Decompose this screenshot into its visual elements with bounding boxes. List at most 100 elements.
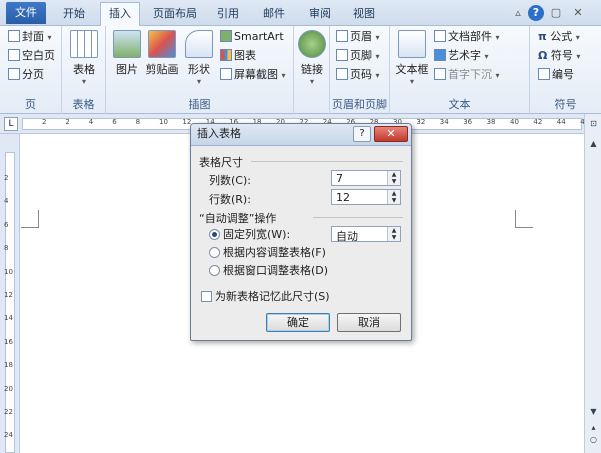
autofit-section-title: “自动调整”操作 (199, 212, 277, 225)
tab-mailings[interactable]: 邮件 (254, 3, 294, 26)
footer-button[interactable]: 页脚 ▾ (336, 47, 380, 65)
shapes-button[interactable]: 形状 ▾ (184, 30, 214, 86)
number-button[interactable]: 编号 (538, 66, 574, 84)
drop-cap-label: 首字下沉 (448, 68, 492, 81)
ruler-mark: 4 (88, 118, 94, 126)
quick-parts-button[interactable]: 文档部件 ▾ (434, 28, 500, 46)
ok-button[interactable]: 确定 (266, 313, 330, 332)
restore-icon[interactable]: ▢ (548, 5, 564, 21)
tab-references[interactable]: 引用 (208, 3, 248, 26)
fixed-width-spinner[interactable]: 自动 ▲ ▼ (331, 226, 401, 243)
remember-size-label: 为新表格记忆此尺寸(S) (215, 290, 330, 303)
table-button[interactable]: 表格 ▾ (68, 30, 100, 86)
screenshot-button[interactable]: 屏幕截图 ▾ (220, 66, 286, 84)
fixed-width-radio[interactable]: 固定列宽(W): (209, 228, 290, 242)
equation-label: 公式 (550, 30, 573, 43)
links-dropdown-icon: ▾ (309, 77, 314, 86)
pi-icon: π (538, 30, 547, 43)
chart-icon (220, 49, 232, 61)
close-icon[interactable]: ✕ (570, 5, 586, 21)
page-break-button[interactable]: 分页 (8, 66, 44, 84)
fit-content-radio[interactable]: 根据内容调整表格(F) (209, 246, 326, 260)
crop-mark-left (21, 210, 39, 228)
ruler-mark: 36 (463, 118, 473, 126)
quick-parts-label: 文档部件 (448, 30, 492, 43)
section-divider (313, 217, 403, 218)
vertical-scrollbar[interactable]: ⊡ ▲ ▼ ▴ ○ (584, 114, 601, 453)
ruler-toggle-icon[interactable]: ⊡ (586, 116, 601, 131)
picture-button[interactable]: 图片 (112, 30, 142, 77)
equation-button[interactable]: π 公式 ▾ (538, 28, 580, 46)
chart-label: 图表 (234, 49, 256, 62)
dialog-close-button[interactable]: ✕ (374, 126, 408, 142)
columns-spin-arrows[interactable]: ▲ ▼ (387, 171, 400, 185)
tab-home[interactable]: 开始 (52, 3, 96, 26)
cover-page-button[interactable]: 封面 ▾ (8, 28, 52, 46)
tab-page-layout[interactable]: 页面布局 (146, 3, 204, 26)
remember-size-checkbox[interactable]: 为新表格记忆此尺寸(S) (201, 290, 330, 304)
wordart-button[interactable]: 艺术字 ▾ (434, 47, 489, 65)
scroll-down-button[interactable]: ▼ (586, 404, 601, 419)
vertical-ruler-mark: 8 (4, 244, 9, 253)
group-label-text: 文本 (448, 98, 471, 111)
group-header-footer: 页眉 ▾ 页脚 ▾ 页码 ▾ 页眉和页脚 (330, 26, 390, 114)
tab-view[interactable]: 视图 (344, 3, 384, 26)
columns-spinner[interactable]: 7 ▲ ▼ (331, 170, 401, 186)
page-number-button[interactable]: 页码 ▾ (336, 66, 380, 84)
vertical-ruler-mark: 4 (4, 197, 9, 206)
shapes-icon (185, 30, 213, 58)
textbox-icon (398, 30, 426, 58)
omega-icon: Ω (538, 49, 548, 62)
minimize-ribbon-icon[interactable]: ▵ (510, 5, 526, 21)
radio-icon (209, 247, 220, 258)
ruler-mark: 8 (135, 118, 141, 126)
dialog-title-bar[interactable]: 插入表格 ? ✕ (191, 124, 411, 146)
blank-page-icon (8, 49, 20, 61)
checkbox-icon (201, 291, 212, 302)
footer-label: 页脚 (350, 49, 372, 62)
picture-label: 图片 (116, 63, 138, 76)
ruler-mark: 32 (416, 118, 426, 126)
tab-selector-button[interactable]: L (4, 117, 18, 131)
header-button[interactable]: 页眉 ▾ (336, 28, 380, 46)
cover-page-label: 封面 (22, 30, 44, 43)
select-browse-object-button[interactable]: ○ (586, 432, 601, 447)
insert-table-dialog: 插入表格 ? ✕ 表格尺寸 列数(C): 7 ▲ ▼ 行数(R): 12 ▲ ▼ “… (190, 123, 412, 341)
chart-button[interactable]: 图表 (220, 47, 256, 65)
page-break-icon (8, 68, 20, 80)
ruler-mark: 34 (439, 118, 449, 126)
shapes-label: 形状 (188, 63, 210, 76)
crop-mark-right (515, 210, 533, 228)
tab-file[interactable]: 文件 (6, 2, 46, 24)
cancel-button[interactable]: 取消 (337, 313, 401, 332)
textbox-button[interactable]: 文本框 ▾ (394, 30, 430, 86)
link-icon (298, 30, 326, 58)
vertical-ruler-mark: 22 (4, 408, 13, 416)
clipart-icon (148, 30, 176, 58)
group-label-pages: 页 (25, 98, 36, 111)
vertical-ruler-mark: 20 (4, 384, 13, 393)
smartart-button[interactable]: SmartArt (220, 28, 284, 46)
page-break-label: 分页 (22, 68, 44, 81)
help-icon[interactable]: ? (528, 5, 544, 21)
links-button[interactable]: 链接 ▾ (298, 30, 326, 86)
clipart-button[interactable]: 剪贴画 (144, 30, 180, 77)
footer-icon (336, 49, 348, 61)
fit-window-radio[interactable]: 根据窗口调整表格(D) (209, 264, 328, 278)
rows-spin-arrows[interactable]: ▲ ▼ (387, 190, 400, 204)
tab-insert[interactable]: 插入 (100, 2, 140, 26)
drop-cap-button[interactable]: 首字下沉 ▾ (434, 66, 500, 84)
scroll-up-button[interactable]: ▲ (586, 136, 601, 151)
blank-page-button[interactable]: 空白页 (8, 47, 55, 65)
group-symbols: π 公式 ▾ Ω 符号 ▾ 编号 符号 (530, 26, 601, 114)
symbol-button[interactable]: Ω 符号 ▾ (538, 47, 580, 65)
drop-cap-icon (434, 68, 446, 80)
dialog-help-button[interactable]: ? (353, 126, 371, 142)
fixed-width-spin-arrows[interactable]: ▲ ▼ (387, 227, 400, 241)
rows-label: 行数(R): (209, 193, 251, 206)
table-size-section-title: 表格尺寸 (199, 156, 243, 169)
rows-spinner[interactable]: 12 ▲ ▼ (331, 189, 401, 205)
tab-review[interactable]: 审阅 (300, 3, 340, 26)
number-icon (538, 68, 550, 80)
fixed-width-value: 自动 (336, 230, 358, 243)
